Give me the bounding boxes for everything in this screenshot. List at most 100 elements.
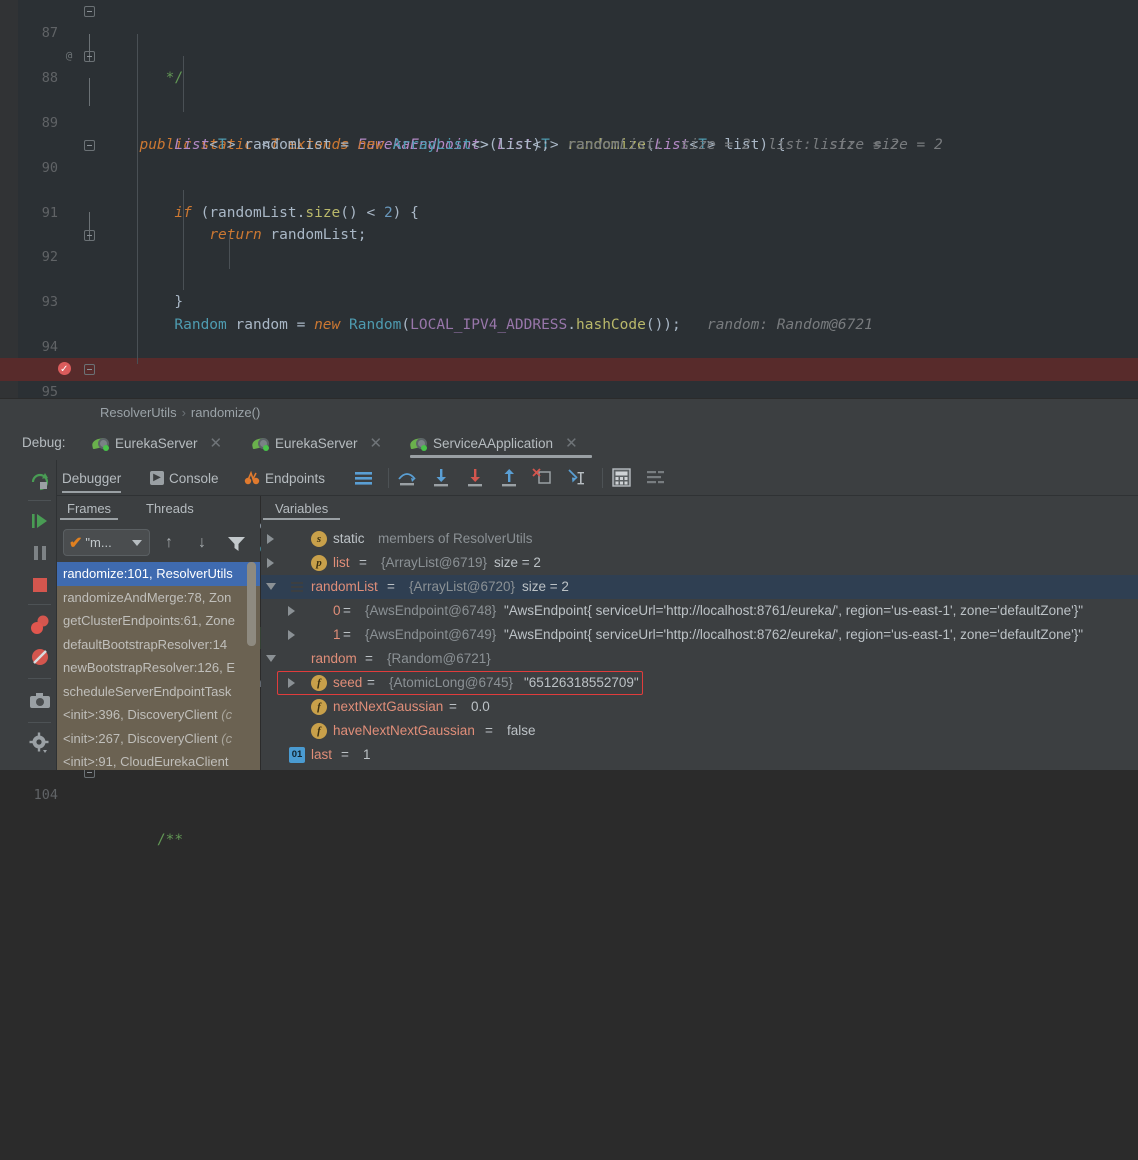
variable-row-index-1[interactable]: 1 = {AwsEndpoint@6749} "AwsEndpoint{ ser… bbox=[261, 623, 1138, 647]
variables-tree[interactable]: s static members of ResolverUtils p list… bbox=[261, 527, 1138, 770]
fold-icon[interactable] bbox=[84, 364, 95, 376]
breadcrumb-method[interactable]: randomize() bbox=[191, 405, 260, 420]
close-icon[interactable]: ✕ bbox=[210, 434, 223, 452]
code-line-95[interactable]: 95 for (int i = 0; i < last; i++) { last… bbox=[0, 358, 1138, 467]
tab-debugger[interactable]: Debugger bbox=[62, 460, 122, 496]
debugger-toolbar: Debugger ▶ Console Endpoints bbox=[0, 460, 1138, 496]
fold-icon[interactable] bbox=[84, 229, 95, 241]
code-editor[interactable]: 87 */ 88 @ public static <T extends Eure… bbox=[0, 0, 1138, 848]
variable-row-havenextnextgaussian[interactable]: f haveNextNextGaussian = false bbox=[261, 719, 1138, 743]
variable-ref: {ArrayList@6720} bbox=[409, 579, 516, 594]
breadcrumb-class[interactable]: ResolverUtils bbox=[100, 405, 177, 420]
camera-icon[interactable] bbox=[29, 690, 51, 712]
code-line-87[interactable]: 87 */ bbox=[0, 0, 1138, 86]
breakpoint-icon[interactable] bbox=[58, 359, 71, 382]
code-line-88[interactable]: 88 @ public static <T extends EurekaEndp… bbox=[0, 45, 1138, 154]
variable-row-list[interactable]: p list = {ArrayList@6719} size = 2 bbox=[261, 551, 1138, 575]
indent-guide bbox=[137, 34, 138, 364]
code-line-93[interactable]: 93 Random random = new Random(LOCAL_IPV4… bbox=[0, 269, 1138, 332]
debug-tab-eurekaserver-2[interactable]: EurekaServer ✕ bbox=[251, 426, 383, 460]
annotation-marker[interactable]: @ bbox=[58, 45, 80, 67]
frame-row-detail: (c bbox=[221, 707, 233, 722]
force-step-into-icon[interactable] bbox=[464, 468, 486, 488]
thread-selector-dropdown[interactable]: ✔ "m... bbox=[63, 529, 150, 556]
debug-tab-label: EurekaServer bbox=[115, 435, 198, 451]
pause-program-icon[interactable] bbox=[29, 542, 51, 564]
tab-frames[interactable]: Frames bbox=[59, 501, 119, 520]
mute-breakpoints-icon[interactable] bbox=[29, 646, 51, 668]
line-number: 90 bbox=[41, 159, 58, 176]
debug-tab-eurekaserver-1[interactable]: EurekaServer ✕ bbox=[91, 426, 223, 460]
step-into-icon[interactable] bbox=[430, 468, 452, 488]
expand-arrow-icon[interactable] bbox=[267, 534, 274, 544]
breadcrumb[interactable]: ResolverUtils › randomize() bbox=[0, 398, 1138, 426]
variable-row-randomlist[interactable]: randomList = {ArrayList@6720} size = 2 bbox=[261, 575, 1138, 599]
expand-arrow-icon[interactable] bbox=[288, 678, 295, 688]
expand-arrow-icon[interactable] bbox=[267, 558, 274, 568]
stop-icon[interactable] bbox=[29, 574, 51, 596]
frame-row-label: <init>:396, DiscoveryClient bbox=[63, 707, 222, 722]
run-to-cursor-icon[interactable] bbox=[566, 467, 590, 489]
variable-name: seed bbox=[333, 675, 363, 690]
variable-row-seed[interactable]: f seed = {AtomicLong@6745} "651263185527… bbox=[261, 671, 1138, 695]
code-text: } bbox=[122, 294, 184, 311]
filter-icon[interactable] bbox=[227, 535, 246, 552]
code-line-94[interactable]: 94 int last = randomList.size() - 1; las… bbox=[0, 314, 1138, 377]
frame-row[interactable]: getClusterEndpoints:61, Zone bbox=[57, 609, 260, 633]
expand-arrow-icon[interactable] bbox=[288, 606, 295, 616]
chevron-down-icon[interactable] bbox=[132, 540, 142, 546]
frame-row[interactable]: defaultBootstrapResolver:14 bbox=[57, 633, 260, 657]
frame-up-button[interactable]: ↑ bbox=[165, 534, 173, 552]
variable-row-index-0[interactable]: 0 = {AwsEndpoint@6748} "AwsEndpoint{ ser… bbox=[261, 599, 1138, 623]
settings-gear-icon[interactable] bbox=[29, 732, 51, 754]
expand-arrow-icon[interactable] bbox=[288, 630, 295, 640]
code-text: /** bbox=[122, 831, 184, 848]
collapse-arrow-icon[interactable] bbox=[266, 655, 276, 662]
frame-row[interactable]: scheduleServerEndpointTask bbox=[57, 680, 260, 704]
tab-console[interactable]: ▶ Console bbox=[150, 460, 219, 496]
rerun-icon[interactable] bbox=[29, 470, 51, 492]
frame-row[interactable]: <init>:91, CloudEurekaClient bbox=[57, 750, 260, 770]
view-breakpoints-icon[interactable] bbox=[29, 614, 51, 636]
variable-ref: {AwsEndpoint@6748} bbox=[365, 603, 497, 618]
step-out-icon[interactable] bbox=[498, 468, 520, 488]
variable-value: size = 2 bbox=[522, 579, 569, 594]
indent-guide bbox=[183, 56, 184, 112]
variable-separator: = bbox=[485, 723, 493, 738]
code-line-89[interactable]: 89 List<T> randomList = new ArrayList<>(… bbox=[0, 90, 1138, 153]
resume-program-icon[interactable] bbox=[29, 510, 51, 532]
variable-row-static[interactable]: s static members of ResolverUtils bbox=[261, 527, 1138, 551]
tab-variables[interactable]: Variables bbox=[262, 501, 341, 520]
frame-row[interactable]: randomizeAndMerge:78, Zon bbox=[57, 586, 260, 610]
step-over-icon[interactable] bbox=[396, 468, 418, 488]
settings-layout-icon[interactable] bbox=[646, 469, 666, 487]
frame-row[interactable]: randomize:101, ResolverUtils bbox=[57, 562, 260, 586]
frames-scrollbar[interactable] bbox=[247, 562, 256, 646]
show-execution-point-icon[interactable] bbox=[354, 469, 374, 487]
fold-icon[interactable] bbox=[84, 6, 95, 17]
line-number: 89 bbox=[41, 114, 58, 131]
debug-tab-serviceaapplication[interactable]: ServiceAApplication ✕ bbox=[409, 426, 592, 460]
frame-row[interactable]: <init>:396, DiscoveryClient (c bbox=[57, 703, 260, 727]
frame-row[interactable]: <init>:267, DiscoveryClient (c bbox=[57, 727, 260, 751]
fold-icon[interactable] bbox=[84, 140, 95, 152]
variable-row-last[interactable]: 01 last = 1 bbox=[261, 743, 1138, 767]
tab-endpoints[interactable]: Endpoints bbox=[244, 460, 325, 496]
collapse-arrow-icon[interactable] bbox=[266, 583, 276, 590]
frames-stack-list[interactable]: randomize:101, ResolverUtils randomizeAn… bbox=[57, 562, 260, 770]
close-icon[interactable]: ✕ bbox=[565, 434, 578, 452]
code-line-92[interactable]: 92 } bbox=[0, 224, 1138, 310]
evaluate-expression-icon[interactable] bbox=[612, 468, 632, 488]
fold-icon[interactable] bbox=[84, 50, 95, 62]
frame-down-button[interactable]: ↓ bbox=[198, 534, 206, 552]
variable-value: size = 2 bbox=[494, 555, 541, 570]
tab-threads[interactable]: Threads bbox=[146, 501, 194, 516]
code-line-91[interactable]: 91 return randomList; bbox=[0, 179, 1138, 243]
variable-row-random[interactable]: random = {Random@6721} bbox=[261, 647, 1138, 671]
code-line-90[interactable]: 90 if (randomList.size() < 2) { bbox=[0, 134, 1138, 221]
close-icon[interactable]: ✕ bbox=[370, 434, 383, 452]
drop-frame-icon[interactable] bbox=[532, 467, 554, 487]
frame-row-label: defaultBootstrapResolver:14 bbox=[63, 636, 228, 652]
variable-row-nextnextgaussian[interactable]: f nextNextGaussian = 0.0 bbox=[261, 695, 1138, 719]
frame-row[interactable]: newBootstrapResolver:126, E bbox=[57, 656, 260, 680]
